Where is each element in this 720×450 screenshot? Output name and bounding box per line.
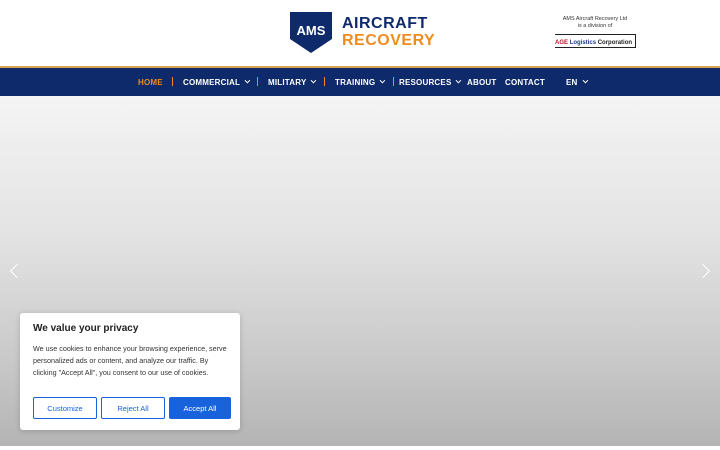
division-relation: is a division of [577, 23, 613, 29]
nav-label-home: HOME [138, 77, 163, 87]
nav-label-commercial: COMMERCIAL [183, 77, 241, 87]
main-nav: HOME COMMERCIAL MILITARY TRAINING RESOUR… [0, 66, 720, 96]
age-logistics-wordmark: AGE Logistics Corporation [555, 40, 632, 46]
corp-suffix: Corporation [597, 40, 633, 46]
cookie-title: We value your privacy [33, 323, 139, 334]
chevron-right-icon[interactable] [695, 263, 711, 279]
nav-label-military: MILITARY [268, 77, 307, 87]
corp-logistics: Logistics [569, 40, 597, 46]
nav-item-contact[interactable]: CONTACT [505, 68, 545, 96]
logo-line-recovery: RECOVERY [342, 31, 436, 49]
nav-label-training: TRAINING [335, 77, 376, 87]
age-logistics-logo: AGE Logistics Corporation [555, 34, 636, 48]
logo-badge-text: AMS [297, 23, 326, 38]
nav-item-resources[interactable]: RESOURCES [399, 68, 462, 96]
nav-separator [324, 77, 325, 86]
chevron-down-icon [582, 77, 588, 84]
accept-all-button[interactable]: Accept All [169, 397, 231, 419]
division-company-name: AMS Aircraft Recovery Ltd [562, 16, 628, 22]
ams-logo[interactable]: AMS AIRCRAFT RECOVERY [287, 9, 435, 55]
ams-shield-icon: AMS [290, 12, 332, 53]
chevron-down-icon [311, 77, 317, 84]
nav-separator [393, 77, 394, 86]
chevron-down-icon [456, 77, 462, 84]
logo-wordmark: AIRCRAFT RECOVERY [342, 14, 436, 49]
chevron-down-icon [379, 77, 386, 84]
nav-label-resources: RESOURCES [399, 77, 452, 87]
nav-item-military[interactable]: MILITARY [268, 68, 317, 96]
customize-button[interactable]: Customize [33, 397, 97, 419]
nav-separator [172, 77, 173, 86]
cookie-description: We use cookies to enhance your browsing … [33, 344, 227, 377]
site-header: AMS AIRCRAFT RECOVERY AMS Aircraft Recov… [0, 0, 720, 66]
nav-label-contact: CONTACT [505, 77, 545, 87]
page-bottom-strip [0, 446, 720, 450]
nav-separator [257, 77, 258, 86]
corp-age: AGE [555, 40, 569, 46]
cookie-consent-banner: We value your privacy We use cookies to … [20, 313, 240, 430]
division-notice[interactable]: AMS Aircraft Recovery Ltd is a division … [552, 16, 638, 48]
reject-all-button[interactable]: Reject All [101, 397, 165, 419]
language-label: EN [566, 77, 578, 87]
logo-line-aircraft: AIRCRAFT [342, 14, 428, 32]
chevron-left-icon[interactable] [9, 263, 25, 279]
language-selector[interactable]: EN [566, 68, 588, 96]
nav-label-about: ABOUT [467, 77, 497, 87]
chevron-down-icon [244, 77, 251, 84]
nav-item-training[interactable]: TRAINING [335, 68, 386, 96]
cookie-actions: Customize Reject All Accept All [33, 397, 231, 419]
nav-item-about[interactable]: ABOUT [467, 68, 496, 96]
nav-item-commercial[interactable]: COMMERCIAL [183, 68, 251, 96]
nav-item-home[interactable]: HOME [138, 68, 163, 96]
